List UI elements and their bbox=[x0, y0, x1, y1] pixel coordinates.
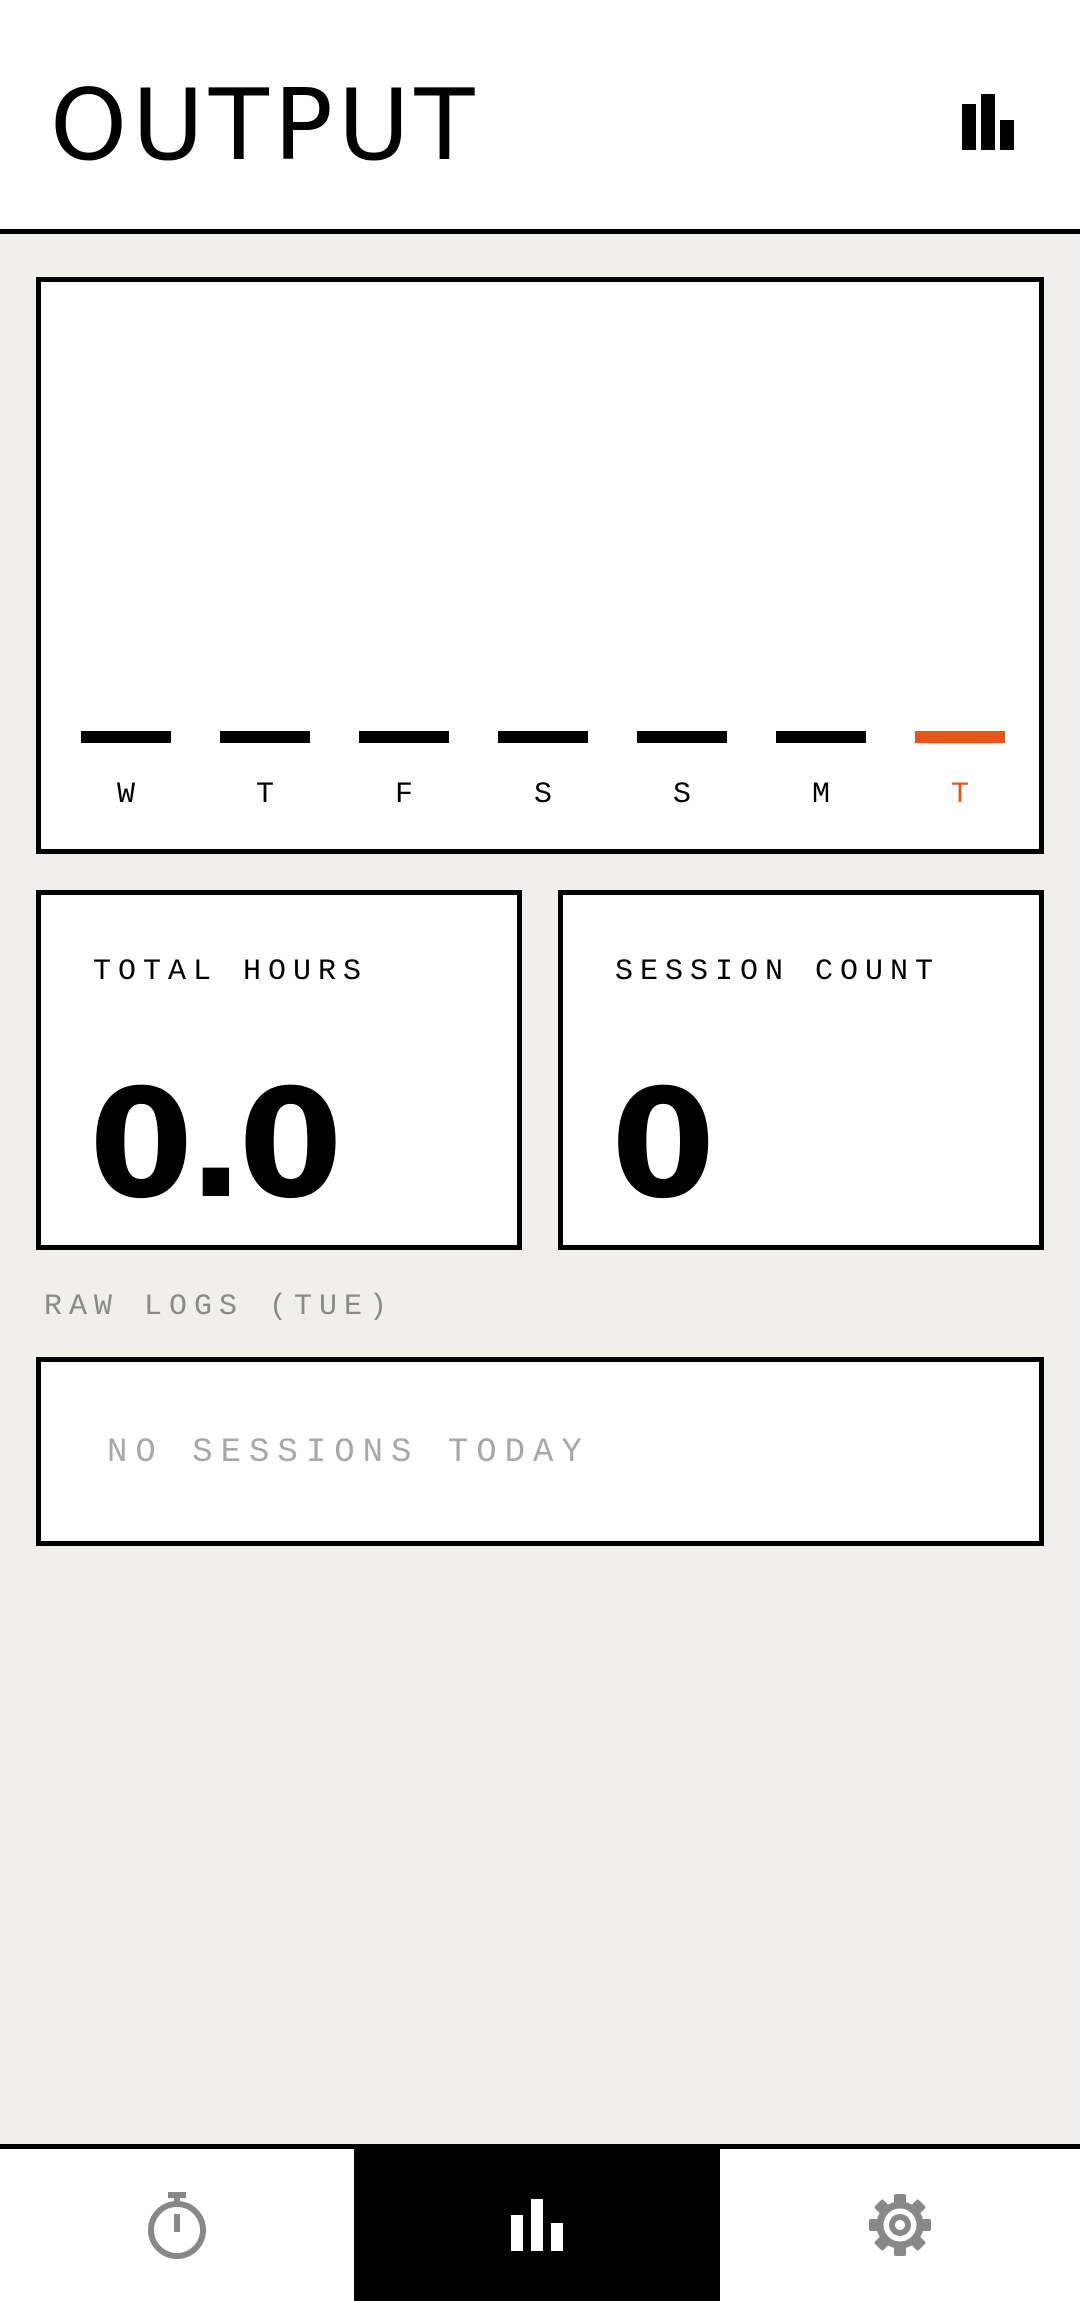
total-hours-value: 0.0 bbox=[89, 1058, 343, 1232]
session-count-label: SESSION COUNT bbox=[615, 955, 941, 989]
raw-logs-list: NO SESSIONS TODAY bbox=[36, 1357, 1044, 1546]
chart-day-label: S bbox=[673, 778, 691, 812]
session-count-card: SESSION COUNT 0 bbox=[558, 890, 1044, 1250]
chart-bar bbox=[81, 731, 171, 743]
chart-bar bbox=[220, 731, 310, 743]
nav-timer-tab[interactable] bbox=[0, 2149, 354, 2301]
bar-chart-icon bbox=[962, 94, 1014, 150]
raw-logs-heading: RAW LOGS (TUE) bbox=[44, 1290, 395, 1324]
chart-bar bbox=[637, 731, 727, 743]
nav-settings-tab[interactable] bbox=[720, 2149, 1080, 2301]
chart-bar bbox=[498, 731, 588, 743]
weekly-bar-chart: WTFSSMT bbox=[81, 731, 1005, 812]
total-hours-card: TOTAL HOURS 0.0 bbox=[36, 890, 522, 1250]
empty-state-text: NO SESSIONS TODAY bbox=[107, 1434, 590, 1472]
session-count-value: 0 bbox=[611, 1058, 715, 1232]
stats-header-button[interactable] bbox=[958, 94, 1018, 154]
chart-day-label: M bbox=[812, 778, 830, 812]
total-hours-label: TOTAL HOURS bbox=[93, 955, 369, 989]
chart-day-label: W bbox=[117, 778, 135, 812]
timer-icon bbox=[148, 2192, 206, 2259]
chart-bar bbox=[776, 731, 866, 743]
page-title: OUTPUT bbox=[50, 69, 480, 183]
chart-day-label: T bbox=[256, 778, 274, 812]
app-header: OUTPUT bbox=[0, 0, 1080, 234]
nav-stats-tab[interactable] bbox=[354, 2149, 720, 2301]
bar-chart-icon bbox=[511, 2199, 563, 2251]
bottom-nav bbox=[0, 2144, 1080, 2301]
chart-day-label: T bbox=[951, 778, 969, 812]
weekly-chart-card: WTFSSMT bbox=[36, 277, 1044, 854]
chart-bar bbox=[359, 731, 449, 743]
chart-day-label: F bbox=[395, 778, 413, 812]
chart-bar bbox=[915, 731, 1005, 743]
chart-day-label: S bbox=[534, 778, 552, 812]
gear-icon bbox=[869, 2194, 931, 2256]
